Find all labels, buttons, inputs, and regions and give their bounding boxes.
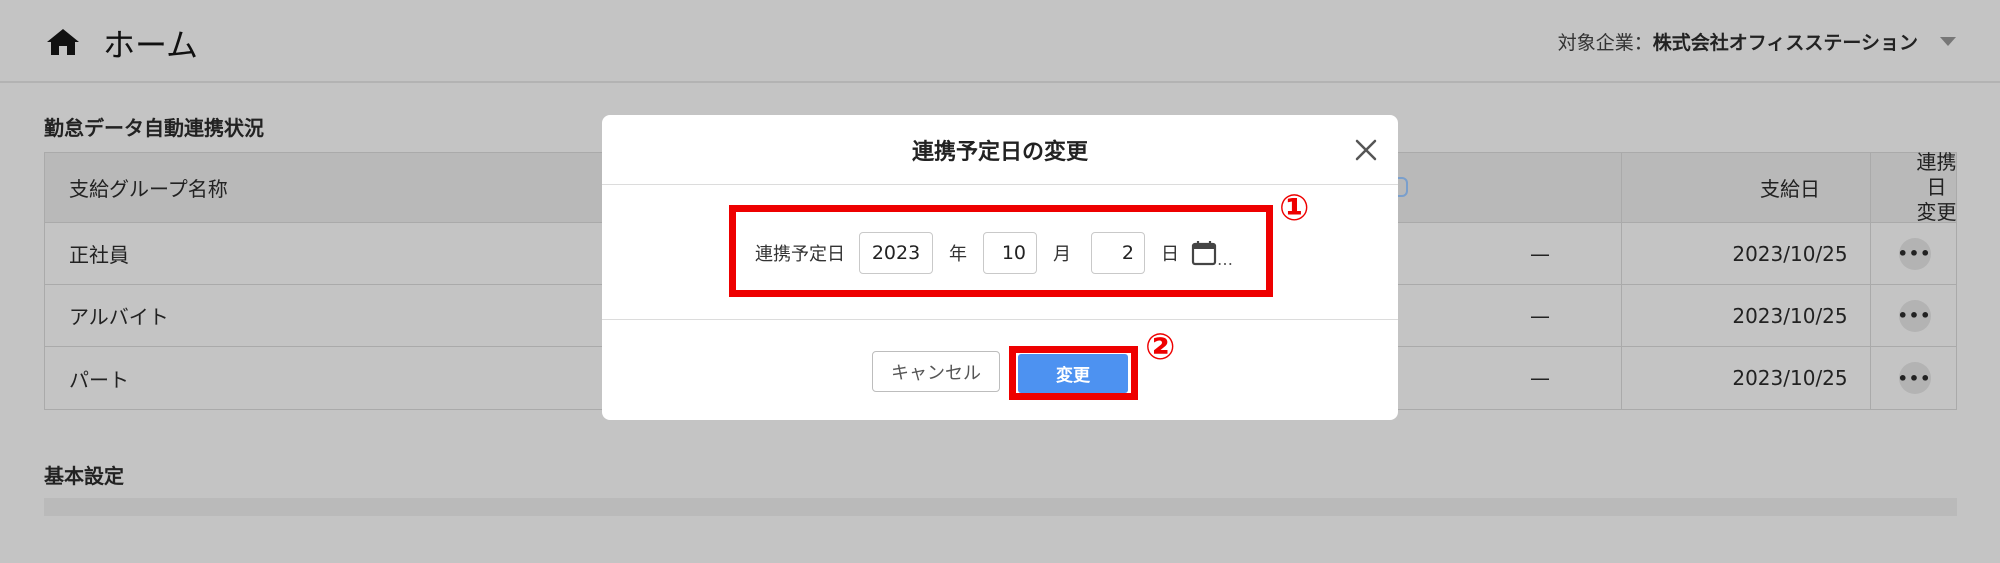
column-divider bbox=[1870, 223, 1871, 284]
top-bar: ホーム 対象企業：株式会社オフィスステーション bbox=[0, 0, 2000, 83]
row-group-name: アルバイト bbox=[69, 305, 169, 329]
header-group-name: 支給グループ名称 bbox=[69, 177, 228, 201]
column-divider bbox=[1870, 153, 1871, 222]
close-icon[interactable] bbox=[1352, 136, 1380, 164]
column-divider bbox=[1621, 285, 1622, 346]
cancel-button[interactable]: キャンセル bbox=[872, 351, 1000, 392]
step-marker-2: ② bbox=[1145, 327, 1176, 368]
company-label: 対象企業： bbox=[1557, 32, 1653, 54]
page-title: ホーム bbox=[103, 26, 199, 64]
modal-divider-top bbox=[602, 184, 1398, 185]
chevron-down-icon[interactable] bbox=[1940, 37, 1956, 46]
header-change-line1: 連携日 bbox=[1916, 150, 1957, 199]
header-pay-date: 支給日 bbox=[1760, 177, 1820, 201]
more-icon[interactable]: ••• bbox=[1898, 299, 1931, 332]
row-action-cell: ••• bbox=[1871, 285, 1958, 346]
row-action-cell: ••• bbox=[1871, 347, 1958, 409]
row-status: — bbox=[1530, 241, 1550, 266]
company-name: 株式会社オフィスステーション bbox=[1652, 32, 1918, 54]
company-selector[interactable]: 対象企業：株式会社オフィスステーション bbox=[1558, 28, 1918, 55]
more-icon[interactable]: ••• bbox=[1898, 362, 1931, 394]
basic-settings-bar bbox=[44, 498, 1957, 516]
row-action-cell: ••• bbox=[1871, 223, 1958, 284]
row-group-name: パート bbox=[69, 367, 129, 392]
row-status: — bbox=[1530, 303, 1550, 328]
row-status: — bbox=[1530, 366, 1550, 390]
column-divider bbox=[1621, 223, 1622, 284]
modal-divider-bottom bbox=[602, 319, 1398, 320]
section-title-basic-settings: 基本設定 bbox=[44, 464, 124, 488]
column-divider bbox=[1621, 347, 1622, 409]
highlight-box-date bbox=[729, 205, 1273, 297]
section-title-sync-status: 勤怠データ自動連携状況 bbox=[44, 116, 264, 140]
more-icon[interactable]: ••• bbox=[1898, 237, 1931, 270]
column-divider bbox=[1870, 285, 1871, 346]
header-change-line2: 変更 bbox=[1916, 200, 1957, 224]
highlight-box-button bbox=[1009, 346, 1138, 400]
header-change: 連携日 変更 bbox=[1915, 150, 1958, 224]
home-icon[interactable] bbox=[46, 28, 80, 56]
column-divider bbox=[1870, 347, 1871, 409]
modal-title: 連携予定日の変更 bbox=[911, 140, 1088, 165]
column-divider bbox=[1621, 153, 1622, 222]
step-marker-1: ① bbox=[1279, 188, 1310, 229]
row-group-name: 正社員 bbox=[69, 243, 129, 267]
